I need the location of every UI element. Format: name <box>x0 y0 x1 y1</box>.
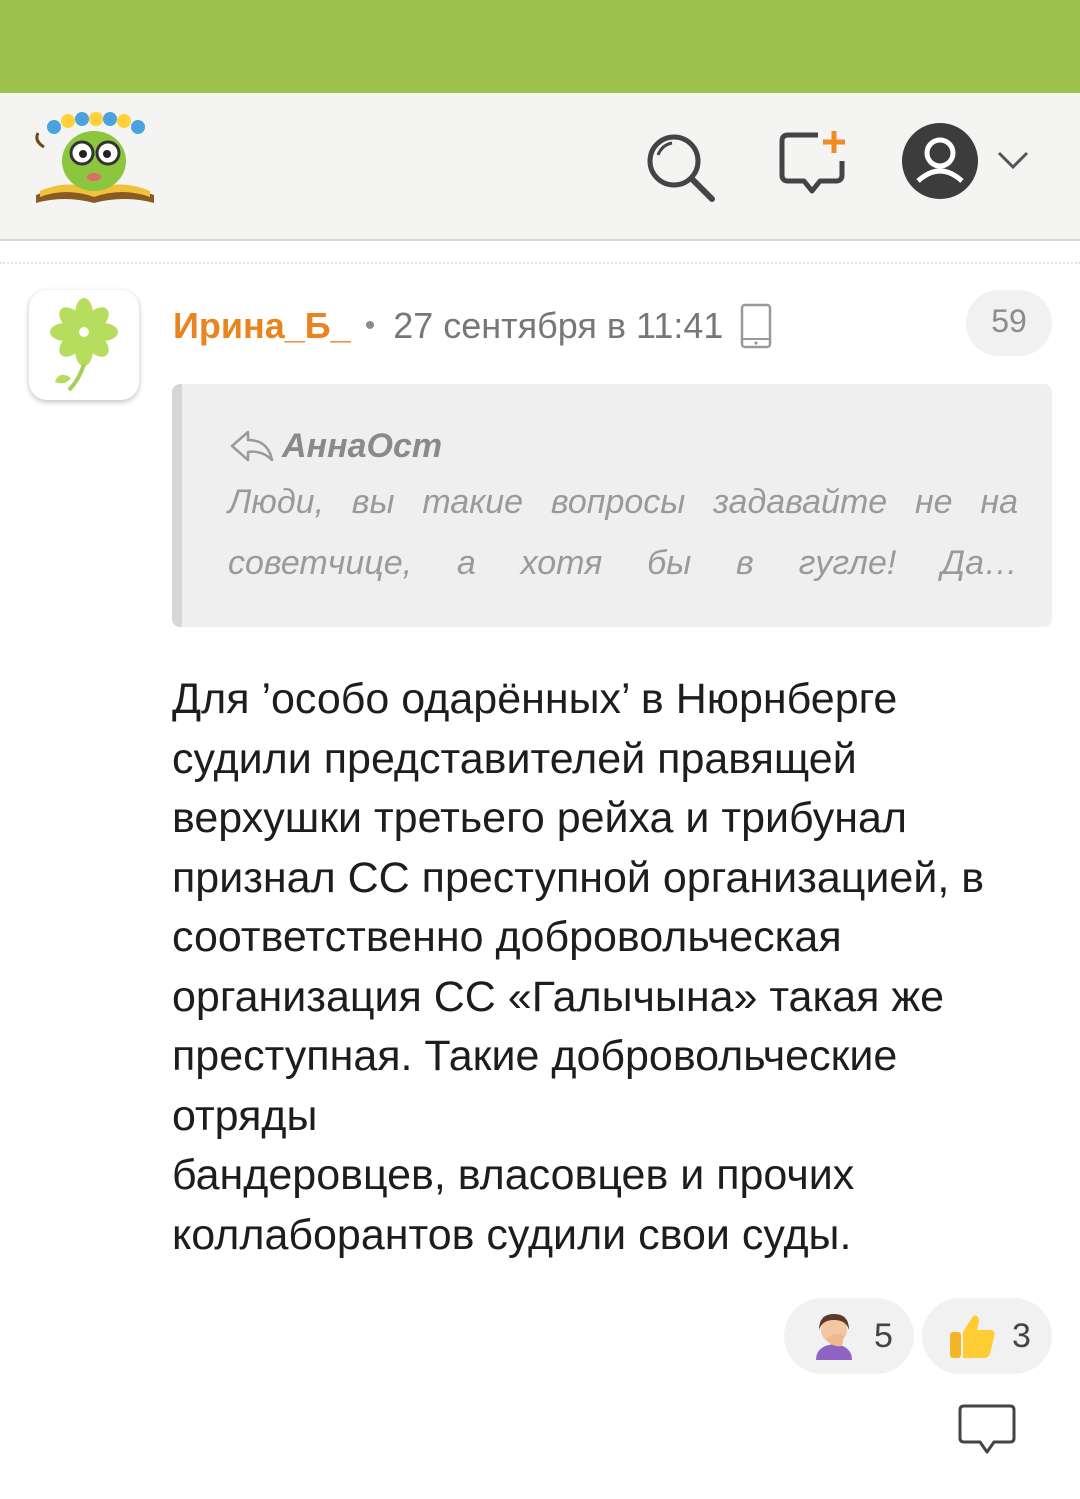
clover-icon <box>50 298 118 392</box>
search-icon[interactable] <box>644 131 716 203</box>
facepalm-icon <box>816 1314 852 1360</box>
answer-count-badge[interactable]: 59 <box>966 290 1052 356</box>
thumbs-up-icon <box>950 1315 995 1358</box>
answer-text: Для ’особо одарённых’ в Нюрнберге судили… <box>172 675 985 1259</box>
user-avatar-icon[interactable] <box>900 121 980 201</box>
reaction-count: 5 <box>874 1316 893 1355</box>
quote-author: АннаОст <box>228 424 442 468</box>
meta-separator: • <box>364 309 376 342</box>
quote-author-name[interactable]: АннаОст <box>282 427 442 466</box>
phone-icon <box>741 303 772 349</box>
quoted-reply[interactable]: АннаОст Люди, вы такие вопросы задавайте… <box>172 384 1052 627</box>
author-avatar[interactable] <box>29 290 139 400</box>
post-meta: Ирина_Б_ • 27 сентября в 11:41 <box>173 300 773 352</box>
author-name[interactable]: Ирина_Б_ <box>173 305 351 347</box>
new-question-icon[interactable] <box>778 129 848 199</box>
status-bar <box>0 0 1080 93</box>
reaction-thumbs-up[interactable]: 3 <box>922 1298 1052 1374</box>
post-date: 27 сентября в 11:41 <box>393 305 724 346</box>
comment-icon[interactable] <box>956 1402 1018 1462</box>
divider <box>0 262 1080 264</box>
quote-text: Люди, вы такие вопросы задавайте не на с… <box>228 483 1018 582</box>
app-header <box>0 93 1080 241</box>
reaction-facepalm[interactable]: 5 <box>784 1298 914 1374</box>
reply-arrow-icon <box>230 430 274 462</box>
logo-icon[interactable] <box>30 111 160 211</box>
chevron-down-icon[interactable] <box>996 149 1030 171</box>
reaction-count: 3 <box>1012 1316 1031 1355</box>
